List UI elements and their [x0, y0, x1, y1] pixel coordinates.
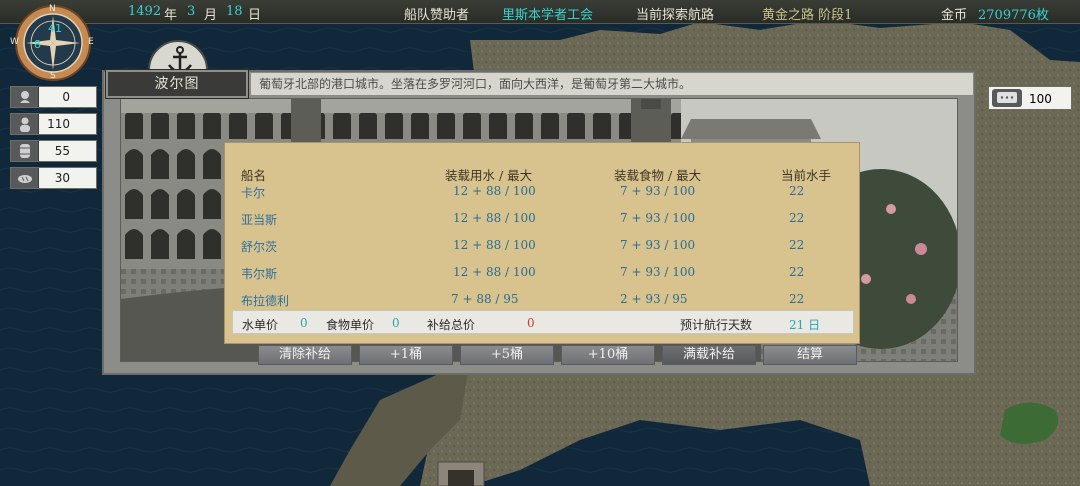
- row-water: 7 + 88 / 95: [451, 292, 519, 306]
- header-water: 装载用水 / 最大: [445, 168, 533, 183]
- top-status-bar: 1492 年 3 月 18 日 船队赞助者 里斯本学者工会 当前探索航路 黄金之…: [0, 0, 1080, 24]
- water-price: 0: [300, 316, 308, 330]
- chat-icon: [992, 89, 1022, 107]
- date-month: 3: [187, 4, 196, 19]
- date-day: 18: [226, 4, 243, 19]
- total-price-label: 补给总价: [427, 318, 476, 332]
- row-food: 7 + 93 / 100: [620, 265, 696, 279]
- row-sailors: 22: [789, 184, 805, 198]
- sailors-count: 0: [62, 90, 70, 104]
- row-ship-name[interactable]: 布拉德利: [241, 292, 289, 309]
- compass-w: W: [10, 37, 19, 47]
- sponsor-value: 里斯本学者工会: [502, 8, 594, 23]
- row-sailors: 22: [789, 265, 805, 279]
- date-day-unit: 日: [248, 8, 262, 23]
- row-food: 7 + 93 / 100: [620, 211, 696, 225]
- barrel-icon: [11, 141, 39, 161]
- crew-count: 110: [47, 117, 70, 131]
- compass-e: E: [88, 37, 94, 47]
- gold-value: 2709776枚: [978, 8, 1049, 23]
- clear-supply-button[interactable]: 清除补给: [258, 345, 352, 365]
- compass[interactable]: N S E W 41 8: [4, 4, 102, 82]
- days-value: 21 日: [789, 318, 821, 332]
- row-ship-name[interactable]: 舒尔茨: [241, 238, 277, 255]
- row-water: 12 + 88 / 100: [453, 238, 536, 252]
- row-sailors: 22: [789, 238, 805, 252]
- port-description: 葡萄牙北部的港口城市。坐落在多罗河河口，面向大西洋，是葡萄牙第二大城市。: [250, 72, 974, 96]
- date-year-unit: 年: [164, 8, 178, 23]
- row-water: 12 + 88 / 100: [453, 211, 536, 225]
- bread-icon: [11, 168, 39, 188]
- food-price-label: 食物单价: [326, 318, 375, 332]
- route-value: 黄金之路 阶段1: [762, 8, 853, 23]
- barrels-count: 55: [54, 144, 70, 158]
- total-price: 0: [527, 316, 535, 330]
- settle-button[interactable]: 结算: [763, 345, 857, 365]
- days-label: 预计航行天数: [680, 318, 753, 332]
- add-1-barrel-button[interactable]: +1桶: [359, 345, 453, 365]
- row-food: 7 + 93 / 100: [620, 184, 696, 198]
- row-sailors: 22: [789, 292, 805, 306]
- add-5-barrels-button[interactable]: +5桶: [460, 345, 554, 365]
- port-name: 波尔图: [105, 69, 249, 99]
- person-icon: [11, 114, 39, 134]
- sailor-icon: [11, 87, 39, 107]
- supply-summary: 水单价 0 食物单价 0 补给总价 0 预计航行天数 21 日: [232, 310, 854, 334]
- date-year: 1492: [128, 4, 162, 19]
- row-ship-name[interactable]: 亚当斯: [241, 211, 277, 228]
- header-ship: 船名: [241, 168, 267, 183]
- stat-crew: 110: [10, 113, 97, 135]
- route-label: 当前探索航路: [636, 8, 715, 23]
- header-food: 装载食物 / 最大: [614, 168, 702, 183]
- add-10-barrels-button[interactable]: +10桶: [561, 345, 655, 365]
- row-water: 12 + 88 / 100: [453, 265, 536, 279]
- food-price: 0: [392, 316, 400, 330]
- header-sailors: 当前水手: [781, 168, 832, 183]
- compass-s: S: [50, 71, 56, 81]
- sponsor-label: 船队赞助者: [404, 8, 470, 23]
- row-ship-name[interactable]: 卡尔: [241, 184, 265, 201]
- row-food: 7 + 93 / 100: [620, 238, 696, 252]
- row-food: 2 + 93 / 95: [620, 292, 688, 306]
- gold-label: 金币: [941, 8, 968, 23]
- row-water: 12 + 88 / 100: [453, 184, 536, 198]
- messages-count: 100: [1029, 92, 1052, 106]
- compass-n: N: [49, 4, 56, 14]
- row-sailors: 22: [789, 211, 805, 225]
- row-ship-name[interactable]: 韦尔斯: [241, 265, 277, 282]
- compass-value-left: 8: [34, 38, 41, 51]
- stat-food: 30: [10, 167, 97, 189]
- water-price-label: 水单价: [242, 318, 279, 332]
- stat-sailors: 0: [10, 86, 97, 108]
- stat-barrels: 55: [10, 140, 97, 162]
- full-supply-button[interactable]: 满载补给: [662, 345, 756, 365]
- messages-stat[interactable]: 100: [988, 86, 1072, 110]
- compass-value-top: 41: [48, 22, 62, 35]
- date-month-unit: 月: [204, 8, 218, 23]
- food-count: 30: [54, 171, 70, 185]
